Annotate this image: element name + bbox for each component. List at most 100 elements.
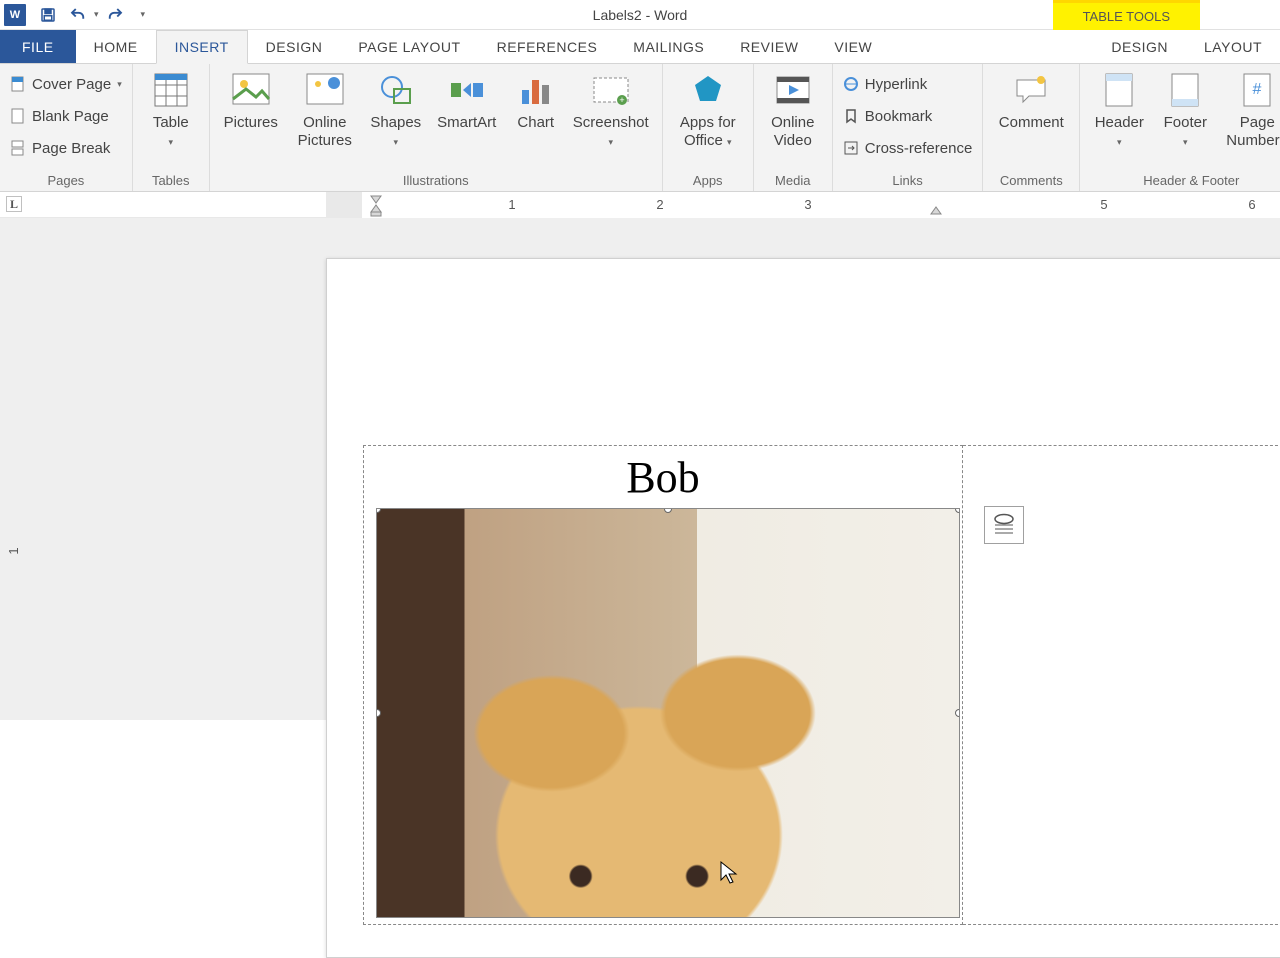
resize-handle-ne[interactable] xyxy=(955,508,960,513)
svg-text:#: # xyxy=(1253,81,1262,98)
group-label-links: Links xyxy=(841,171,975,191)
pictures-icon xyxy=(231,70,271,110)
page-number-button[interactable]: # Page Number ▾ xyxy=(1220,70,1280,150)
online-pictures-icon xyxy=(305,70,345,110)
ruler-tick: 1 xyxy=(508,197,515,212)
first-line-indent-icon[interactable] xyxy=(368,192,388,218)
table-tools-context: TABLE TOOLS xyxy=(1053,0,1200,30)
group-pages: Cover Page▾ Blank Page Page Break Pages xyxy=(0,64,133,191)
tab-insert[interactable]: INSERT xyxy=(156,30,248,64)
tab-selector[interactable]: L xyxy=(6,196,22,212)
group-links: Hyperlink Bookmark Cross-reference Links xyxy=(833,64,984,191)
group-label-apps: Apps xyxy=(671,171,745,191)
chart-icon xyxy=(516,70,556,110)
ruler-tick: 2 xyxy=(656,197,663,212)
screenshot-icon: + xyxy=(591,70,631,110)
vertical-ruler[interactable]: 1 xyxy=(6,218,26,720)
horizontal-ruler[interactable]: 1 2 3 5 6 xyxy=(326,192,1280,218)
comment-button[interactable]: Comment xyxy=(991,70,1071,132)
right-indent-icon[interactable] xyxy=(928,202,948,218)
group-media: Online Video Media xyxy=(754,64,833,191)
group-comments: Comment Comments xyxy=(983,64,1080,191)
group-label-comments: Comments xyxy=(991,171,1071,191)
online-pictures-button[interactable]: Online Pictures xyxy=(288,70,362,150)
page-break-icon xyxy=(10,140,26,156)
window-title: Labels2 - Word xyxy=(593,7,688,23)
header-icon xyxy=(1099,70,1139,110)
cross-reference-button[interactable]: Cross-reference xyxy=(841,134,975,162)
group-header-footer: Header▾ Footer▾ # Page Number ▾ Header &… xyxy=(1080,64,1280,191)
cover-page-icon xyxy=(10,76,26,92)
online-video-button[interactable]: Online Video xyxy=(762,70,824,150)
pictures-button[interactable]: Pictures xyxy=(218,70,284,132)
table-cell[interactable]: Bob xyxy=(363,445,963,925)
group-label-pages: Pages xyxy=(8,171,124,191)
bookmark-icon xyxy=(843,108,859,124)
group-apps: Apps for Office ▾ Apps xyxy=(663,64,754,191)
tab-design[interactable]: DESIGN xyxy=(248,30,341,63)
tab-table-layout[interactable]: LAYOUT xyxy=(1186,30,1280,63)
blank-page-button[interactable]: Blank Page xyxy=(8,102,124,130)
video-icon xyxy=(773,70,813,110)
document-page[interactable]: Bob xyxy=(326,258,1280,958)
shapes-button[interactable]: Shapes▾ xyxy=(366,70,426,150)
tab-view[interactable]: VIEW xyxy=(816,30,890,63)
bookmark-button[interactable]: Bookmark xyxy=(841,102,975,130)
footer-button[interactable]: Footer▾ xyxy=(1154,70,1216,150)
group-tables: Table▾ Tables xyxy=(133,64,210,191)
label-text[interactable]: Bob xyxy=(364,446,962,503)
apps-for-office-button[interactable]: Apps for Office ▾ xyxy=(671,70,745,150)
table-button[interactable]: Table▾ xyxy=(141,70,201,150)
apps-icon xyxy=(688,70,728,110)
save-button[interactable] xyxy=(34,2,62,28)
redo-button[interactable] xyxy=(101,2,129,28)
ruler-area: L 1 2 3 5 6 xyxy=(0,192,1280,218)
group-label-illustrations: Illustrations xyxy=(218,171,654,191)
tab-table-design[interactable]: DESIGN xyxy=(1093,30,1186,63)
page-break-button[interactable]: Page Break xyxy=(8,134,124,162)
shapes-icon xyxy=(376,70,416,110)
footer-icon xyxy=(1165,70,1205,110)
cover-page-button[interactable]: Cover Page▾ xyxy=(8,70,124,98)
undo-button[interactable] xyxy=(64,2,92,28)
word-app-icon: W xyxy=(4,4,26,26)
document-area: 1 Bob xyxy=(0,218,1280,720)
tab-home[interactable]: HOME xyxy=(76,30,156,63)
group-label-media: Media xyxy=(762,171,824,191)
svg-text:+: + xyxy=(619,95,624,105)
table-icon xyxy=(151,70,191,110)
group-label-tables: Tables xyxy=(141,171,201,191)
tab-mailings[interactable]: MAILINGS xyxy=(615,30,722,63)
inserted-picture[interactable] xyxy=(376,508,960,918)
page-number-icon: # xyxy=(1237,70,1277,110)
vruler-tick: 1 xyxy=(6,547,21,554)
table-cell[interactable] xyxy=(963,445,1280,925)
blank-page-icon xyxy=(10,108,26,124)
title-bar: W ▾ ▾ Labels2 - Word TABLE TOOLS xyxy=(0,0,1280,30)
cross-reference-icon xyxy=(843,140,859,156)
dog-photo xyxy=(377,509,959,917)
group-illustrations: Pictures Online Pictures Shapes▾ SmartAr… xyxy=(210,64,663,191)
undo-dropdown-icon[interactable]: ▾ xyxy=(94,9,99,20)
chart-button[interactable]: Chart xyxy=(508,70,564,132)
smartart-button[interactable]: SmartArt xyxy=(430,70,504,132)
qat-customize-icon[interactable]: ▾ xyxy=(141,9,146,20)
ruler-tick: 5 xyxy=(1100,197,1107,212)
group-label-header-footer: Header & Footer xyxy=(1088,171,1280,191)
tab-review[interactable]: REVIEW xyxy=(722,30,816,63)
ribbon-tabs: FILE HOME INSERT DESIGN PAGE LAYOUT REFE… xyxy=(0,30,1280,64)
tab-page-layout[interactable]: PAGE LAYOUT xyxy=(340,30,478,63)
header-button[interactable]: Header▾ xyxy=(1088,70,1150,150)
resize-handle-e[interactable] xyxy=(955,709,960,717)
ruler-tick: 6 xyxy=(1248,197,1255,212)
ruler-tick: 3 xyxy=(804,197,811,212)
tab-file[interactable]: FILE xyxy=(0,30,76,63)
hyperlink-icon xyxy=(843,76,859,92)
smartart-icon xyxy=(447,70,487,110)
hyperlink-button[interactable]: Hyperlink xyxy=(841,70,975,98)
comment-icon xyxy=(1011,70,1051,110)
quick-access-toolbar: W ▾ ▾ xyxy=(0,2,149,28)
ribbon: Cover Page▾ Blank Page Page Break Pages … xyxy=(0,64,1280,192)
screenshot-button[interactable]: + Screenshot▾ xyxy=(568,70,654,150)
tab-references[interactable]: REFERENCES xyxy=(479,30,616,63)
